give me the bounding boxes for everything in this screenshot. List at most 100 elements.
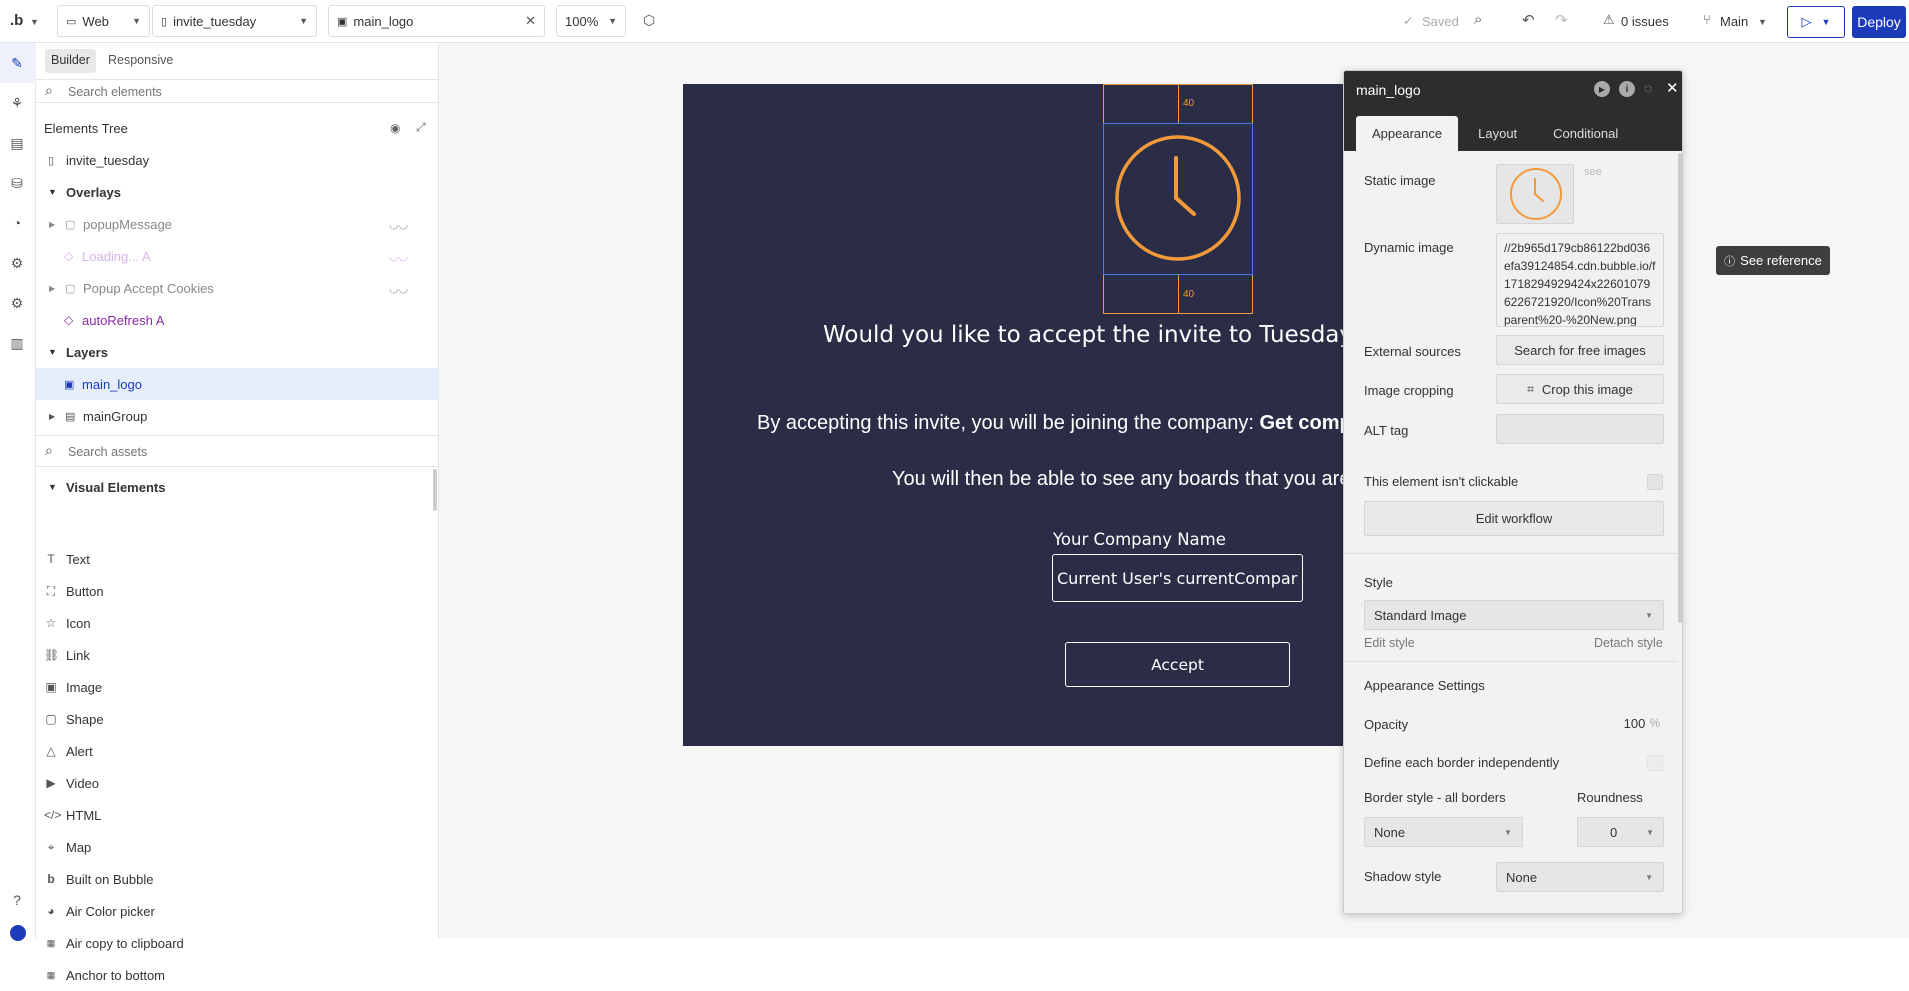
static-image-uploader[interactable] (1496, 164, 1574, 224)
comment-icon[interactable]: ◌ (1644, 80, 1652, 96)
play-circle-icon[interactable]: ▶ (1594, 81, 1610, 97)
tree-item-popup-cookies[interactable]: ▶ ▢ Popup Accept Cookies ◡◡ (36, 272, 439, 304)
page-canvas[interactable]: 40 40 Would you like to accept the invit… (683, 84, 1395, 746)
see-image-link[interactable]: see (1584, 166, 1602, 178)
border-style-value: None (1374, 824, 1406, 840)
workflow-icon[interactable]: ⚘ (8, 94, 26, 112)
detach-style-link[interactable]: Detach style (1594, 636, 1663, 650)
info-icon[interactable]: i (1619, 81, 1635, 97)
chevron-down-icon: ▼ (132, 16, 141, 26)
hidden-eye-icon[interactable]: ◡◡ (389, 282, 408, 295)
star-icon: ☆ (45, 616, 57, 630)
logs-chart-icon[interactable]: ▥ (8, 334, 26, 352)
close-icon[interactable]: ✕ (525, 13, 536, 29)
search-icon[interactable]: ⌕ (1474, 11, 1482, 28)
redo-icon[interactable]: ↷ (1555, 11, 1568, 29)
eye-icon[interactable]: ◉ (390, 121, 400, 135)
tree-group-overlays[interactable]: ▼ Overlays (36, 176, 439, 208)
element-anchor-bottom[interactable]: ▦ Anchor to bottom (44, 959, 165, 991)
element-built-on-bubble[interactable]: b Built on Bubble (44, 863, 153, 895)
deploy-button[interactable]: Deploy (1852, 6, 1906, 38)
tab-responsive[interactable]: Responsive (108, 53, 173, 67)
tree-item-popup-message[interactable]: ▶ ▢ popupMessage ◡◡ (36, 208, 439, 240)
platform-select[interactable]: ▭ Web ▼ (57, 5, 150, 37)
data-table-icon[interactable]: ▤ (8, 134, 26, 152)
tab-appearance[interactable]: Appearance (1356, 116, 1459, 151)
plugins-icon[interactable]: ⚙ (8, 254, 26, 272)
bubble-logo[interactable]: .b (10, 12, 23, 29)
preview-button[interactable]: ▷ ▼ (1787, 6, 1845, 38)
element-image[interactable]: ▣ Image (44, 671, 102, 703)
settings-gear-icon[interactable]: ⚙ (8, 294, 26, 312)
hidden-eye-icon[interactable]: ◡◡ (389, 250, 408, 263)
shadow-style-select[interactable]: None ▼ (1496, 862, 1664, 892)
tree-item-main-group[interactable]: ▶ ▤ mainGroup (36, 400, 439, 432)
edit-workflow-button[interactable]: Edit workflow (1364, 501, 1664, 536)
element-icon[interactable]: ☆ Icon (44, 607, 91, 639)
element-text[interactable]: T Text (44, 543, 90, 575)
property-scrollbar[interactable] (1678, 153, 1682, 623)
page-select[interactable]: ▯ invite_tuesday ▼ (152, 5, 317, 37)
element-map[interactable]: ⌖ Map (44, 831, 92, 863)
expand-icon[interactable]: ⤢ (416, 120, 426, 135)
see-reference-label: See reference (1740, 253, 1822, 268)
define-border-checkbox[interactable] (1647, 755, 1663, 771)
element-air-color-picker[interactable]: ◕ Air Color picker (44, 895, 154, 927)
element-video[interactable]: ▶ Video (44, 767, 99, 799)
search-icon: ⌕ (45, 82, 53, 98)
company-name-input[interactable]: Current User's currentCompar (1052, 554, 1303, 602)
zoom-select[interactable]: 100% ▼ (556, 5, 626, 37)
element-alert[interactable]: △ Alert (44, 735, 92, 767)
element-label: Anchor to bottom (66, 967, 165, 983)
logo-menu-chevron-icon[interactable]: ▼ (30, 17, 39, 27)
property-editor-header[interactable]: main_logo ▶ i ◌ ✕ (1344, 71, 1682, 109)
edit-style-link[interactable]: Edit style (1364, 636, 1415, 650)
roundness-input[interactable]: 0 ▼ (1577, 817, 1664, 847)
crop-icon: ⌗ (1527, 381, 1534, 396)
search-elements-input[interactable] (68, 83, 418, 101)
database-icon[interactable]: ⛁ (8, 174, 26, 192)
accept-button[interactable]: Accept (1065, 642, 1290, 687)
element-html[interactable]: </> HTML (44, 799, 101, 831)
tab-layout[interactable]: Layout (1462, 116, 1533, 151)
search-free-images-button[interactable]: Search for free images (1496, 335, 1664, 365)
tree-item-main-logo[interactable]: ▣ main_logo (36, 368, 439, 400)
tree-item-loading[interactable]: ◇ Loading... A ◡◡ (36, 240, 439, 272)
search-assets-input[interactable] (68, 443, 418, 461)
branch-select[interactable]: Main (1720, 14, 1748, 29)
border-style-select[interactable]: None ▼ (1364, 817, 1523, 847)
hidden-eye-icon[interactable]: ◡◡ (389, 218, 408, 231)
element-link[interactable]: ⛓ Link (44, 639, 90, 671)
tree-group-layers[interactable]: ▼ Layers (36, 336, 439, 368)
dynamic-image-field[interactable]: //2b965d179cb86122bd036efa39124854.cdn.b… (1496, 233, 1664, 327)
see-reference-button[interactable]: ⓘ See reference (1716, 246, 1830, 275)
element-air-copy[interactable]: ▦ Air copy to clipboard (44, 927, 184, 959)
help-icon[interactable]: ? (8, 891, 26, 909)
tab-builder[interactable]: Builder (45, 49, 96, 73)
undo-icon[interactable]: ↶ (1522, 11, 1535, 29)
crop-image-button[interactable]: ⌗ Crop this image (1496, 374, 1664, 404)
tab-conditional[interactable]: Conditional (1537, 116, 1634, 151)
element-select[interactable]: ▣ main_logo ✕ (328, 5, 545, 37)
avatar[interactable] (10, 925, 26, 941)
image-icon: ▣ (45, 680, 57, 694)
issues-button[interactable]: 0 issues (1621, 14, 1669, 29)
caret-right-icon: ▶ (49, 219, 56, 229)
tree-item-label: mainGroup (83, 408, 148, 424)
style-select[interactable]: Standard Image ▼ (1364, 600, 1664, 630)
cube-icon[interactable]: ⬡ (643, 12, 655, 29)
element-button[interactable]: ⛶ Button (44, 575, 104, 607)
question-circle-icon: ⓘ (1724, 255, 1736, 268)
design-pencil-icon[interactable]: ✎ (8, 54, 26, 72)
alt-tag-input[interactable] (1496, 414, 1664, 444)
opacity-input[interactable]: 100 % (1612, 708, 1664, 738)
element-shape[interactable]: ▢ Shape (44, 703, 103, 735)
panel-scrollbar[interactable] (433, 469, 437, 511)
visual-elements-header[interactable]: ▼ Visual Elements (48, 475, 165, 499)
clock-logo-icon[interactable] (1114, 134, 1242, 262)
tree-item-auto-refresh[interactable]: ◇ autoRefresh A (36, 304, 439, 336)
tree-item-page[interactable]: ▯ invite_tuesday (36, 144, 439, 176)
styles-palette-icon[interactable]: ◔ (8, 214, 26, 232)
close-icon[interactable]: ✕ (1666, 79, 1679, 97)
not-clickable-checkbox[interactable] (1647, 474, 1663, 490)
